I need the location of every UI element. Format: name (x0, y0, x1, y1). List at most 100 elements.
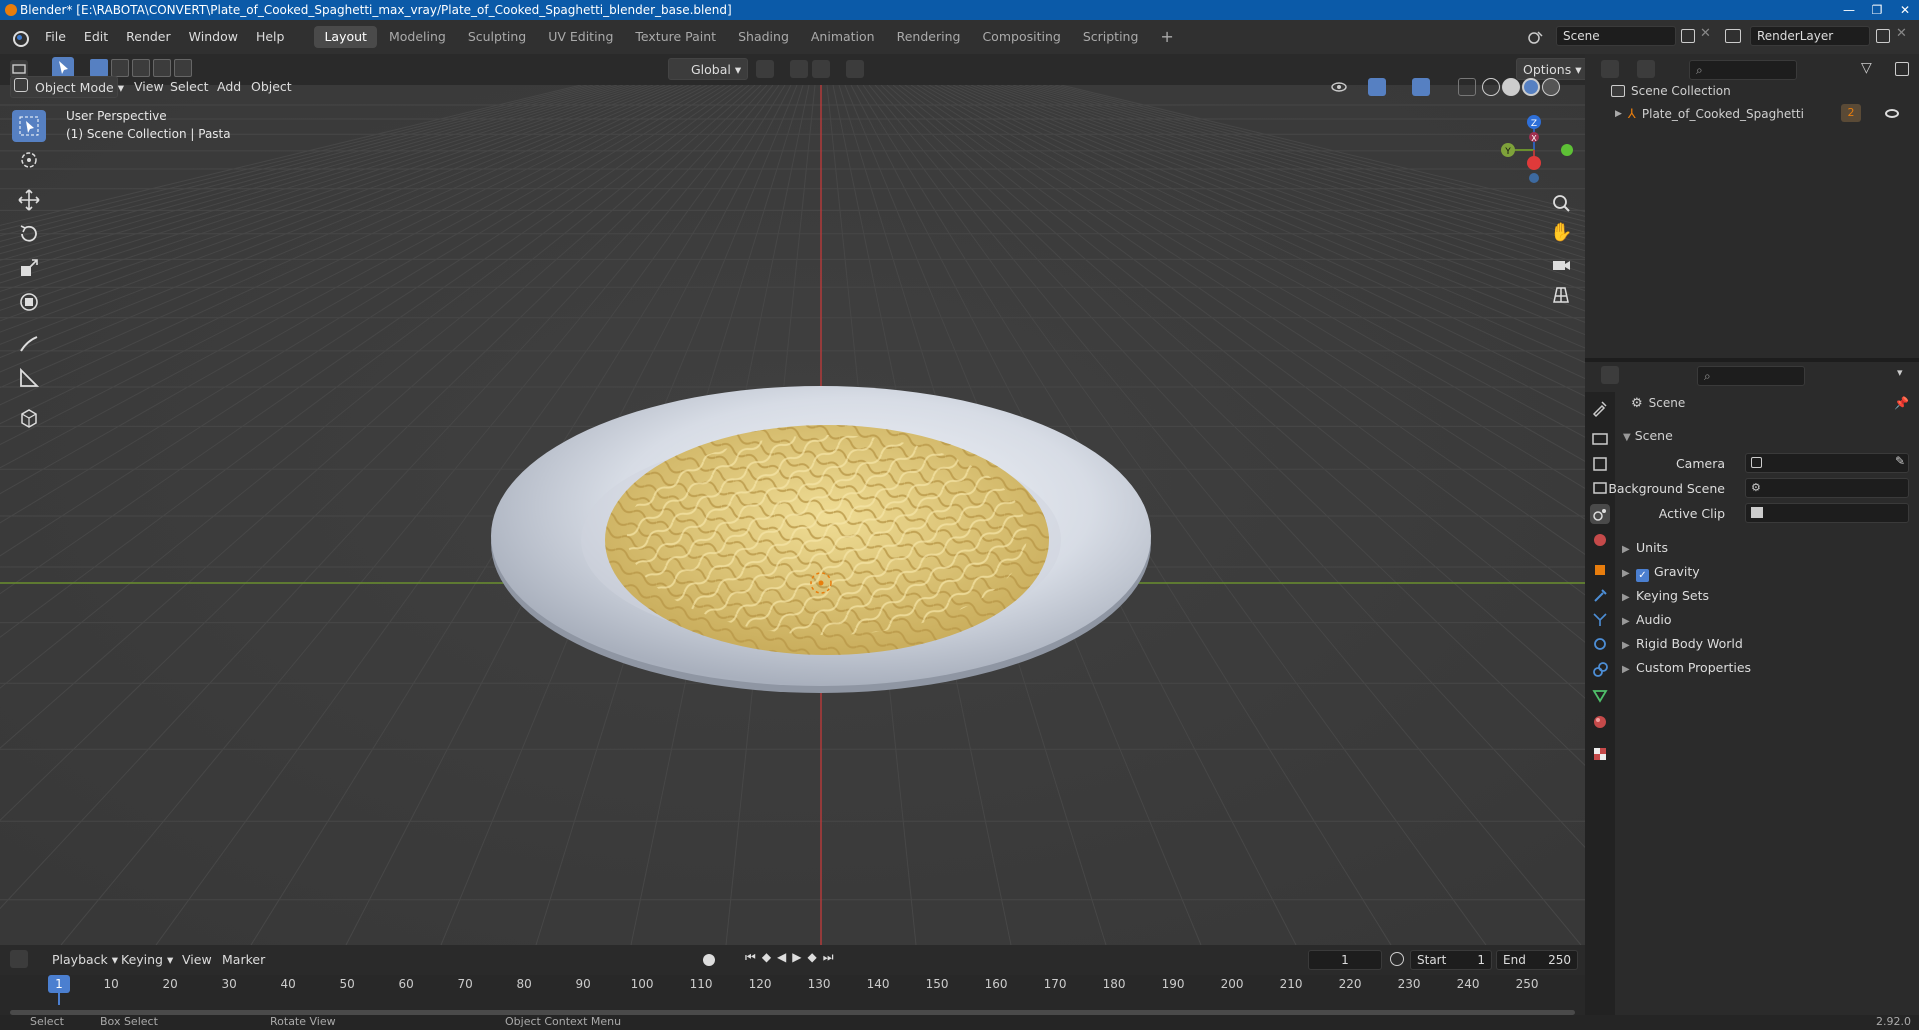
audio-section[interactable]: ▶ Audio (1622, 612, 1672, 627)
outliner-search-input[interactable]: ⌕ (1689, 60, 1797, 80)
add-workspace-button[interactable]: + (1150, 26, 1183, 48)
material-preview-icon[interactable] (1522, 78, 1540, 96)
move-tool-icon[interactable] (12, 184, 46, 216)
custom-properties-section[interactable]: ▶ Custom Properties (1622, 660, 1751, 675)
tab-texture-paint[interactable]: Texture Paint (625, 26, 726, 48)
gravity-section[interactable]: ▶ ✓ Gravity (1622, 564, 1700, 582)
expand-arrow-icon[interactable]: ▶ (1615, 109, 1622, 119)
properties-search-input[interactable]: ⌕ (1697, 366, 1805, 386)
scene-panel-header[interactable]: ▼ Scene (1623, 428, 1673, 443)
cursor-tool-icon[interactable] (12, 144, 46, 176)
tool-tab-icon[interactable] (1590, 398, 1610, 418)
timeline-editor-type-icon[interactable] (10, 950, 28, 968)
tab-animation[interactable]: Animation (801, 26, 885, 48)
pin-icon[interactable]: 📌 (1894, 396, 1909, 410)
properties-editor-type-icon[interactable] (1601, 366, 1619, 384)
keying-sets-section[interactable]: ▶ Keying Sets (1622, 588, 1709, 603)
3d-viewport[interactable] (0, 85, 1585, 945)
pan-hand-icon[interactable]: ✋ (1550, 222, 1572, 243)
gizmo-toggle-icon[interactable] (1368, 78, 1386, 96)
new-collection-icon[interactable] (1895, 62, 1909, 76)
material-tab-icon[interactable] (1590, 712, 1610, 732)
background-scene-field[interactable] (1745, 478, 1909, 498)
tab-compositing[interactable]: Compositing (972, 26, 1070, 48)
render-tab-icon[interactable] (1590, 428, 1610, 448)
jump-end-icon[interactable]: ⏭ (823, 950, 834, 965)
outliner-row[interactable]: ▶ ⅄ Plate_of_Cooked_Spaghetti 2 (1615, 104, 1915, 124)
object-tab-icon[interactable] (1590, 560, 1610, 580)
constraints-tab-icon[interactable] (1590, 660, 1610, 680)
blender-menu-icon[interactable] (10, 27, 30, 47)
tab-scripting[interactable]: Scripting (1073, 26, 1149, 48)
outliner-scene-collection[interactable]: Scene Collection (1611, 84, 1731, 98)
tab-shading[interactable]: Shading (728, 26, 799, 48)
properties-options-icon[interactable]: ▾ (1897, 366, 1903, 379)
prev-keyframe-icon[interactable]: ◆ (762, 950, 771, 965)
particles-tab-icon[interactable] (1590, 610, 1610, 630)
outliner-editor-type-icon[interactable] (1601, 60, 1619, 78)
minimize-button[interactable]: — (1835, 0, 1863, 20)
tab-sculpting[interactable]: Sculpting (458, 26, 536, 48)
playhead[interactable]: 1 (48, 975, 70, 993)
new-render-layer-icon[interactable] (1876, 29, 1890, 43)
menu-window[interactable]: Window (180, 20, 247, 54)
outliner-display-mode-icon[interactable] (1637, 60, 1655, 78)
jump-start-icon[interactable]: ⏮ (745, 950, 756, 965)
start-frame-field[interactable]: Start 1 (1410, 950, 1492, 970)
end-frame-field[interactable]: End 250 (1496, 950, 1578, 970)
data-tab-icon[interactable] (1590, 686, 1610, 706)
menu-help[interactable]: Help (247, 20, 294, 54)
marker-menu[interactable]: Marker (216, 949, 271, 971)
scale-tool-icon[interactable] (12, 252, 46, 284)
output-tab-icon[interactable] (1590, 454, 1610, 474)
filter-icon[interactable]: ▽ (1861, 60, 1872, 76)
record-icon[interactable] (703, 954, 715, 966)
rigid-body-world-section[interactable]: ▶ Rigid Body World (1622, 636, 1743, 651)
menu-select[interactable]: Select (164, 76, 215, 98)
perspective-toggle-icon[interactable] (1550, 284, 1572, 309)
world-tab-icon[interactable] (1590, 530, 1610, 550)
active-clip-field[interactable] (1745, 503, 1909, 523)
visibility-icon[interactable] (1330, 78, 1348, 96)
overlay-toggle-icon[interactable] (1412, 78, 1430, 96)
menu-add[interactable]: Add (211, 76, 247, 98)
measure-tool-icon[interactable] (12, 362, 46, 394)
keying-menu[interactable]: Keying ▾ (115, 949, 179, 971)
solid-shading-icon[interactable] (1502, 78, 1520, 96)
playback-menu[interactable]: Playback ▾ (46, 949, 124, 971)
delete-scene-icon[interactable]: ✕ (1700, 26, 1711, 41)
menu-file[interactable]: File (36, 20, 75, 54)
restore-button[interactable]: ❐ (1863, 0, 1891, 20)
camera-field[interactable] (1745, 453, 1909, 473)
timeline-view-menu[interactable]: View (176, 949, 218, 971)
modifier-tab-icon[interactable] (1590, 586, 1610, 606)
delete-render-layer-icon[interactable]: ✕ (1896, 26, 1907, 41)
select-box-tool-icon[interactable] (12, 110, 46, 142)
current-frame-field[interactable]: 1 (1308, 950, 1382, 970)
next-keyframe-icon[interactable]: ◆ (808, 950, 817, 965)
new-scene-icon[interactable] (1681, 29, 1695, 43)
eyedropper-icon[interactable]: ✎ (1895, 454, 1905, 468)
transform-tool-icon[interactable] (12, 286, 46, 318)
rotate-tool-icon[interactable] (12, 218, 46, 250)
texture-tab-icon[interactable] (1590, 744, 1610, 764)
scene-tab-icon[interactable] (1590, 504, 1610, 524)
tab-uv-editing[interactable]: UV Editing (538, 26, 623, 48)
scene-selector[interactable]: Scene (1556, 26, 1676, 46)
physics-tab-icon[interactable] (1590, 634, 1610, 654)
view-layer-tab-icon[interactable] (1590, 478, 1610, 498)
close-button[interactable]: ✕ (1891, 0, 1919, 20)
render-layer-icon[interactable] (1725, 29, 1741, 43)
menu-render[interactable]: Render (117, 20, 180, 54)
camera-view-icon[interactable] (1550, 254, 1572, 279)
render-layer-selector[interactable]: RenderLayer (1750, 26, 1870, 46)
play-icon[interactable]: ▶ (792, 950, 801, 965)
shading-mode-buttons[interactable] (1482, 78, 1560, 96)
play-reverse-icon[interactable]: ◀ (777, 950, 786, 965)
tab-modeling[interactable]: Modeling (379, 26, 456, 48)
annotate-tool-icon[interactable] (12, 328, 46, 360)
rendered-shading-icon[interactable] (1542, 78, 1560, 96)
add-cube-tool-icon[interactable] (12, 402, 46, 434)
menu-edit[interactable]: Edit (75, 20, 117, 54)
zoom-icon[interactable] (1550, 192, 1572, 217)
